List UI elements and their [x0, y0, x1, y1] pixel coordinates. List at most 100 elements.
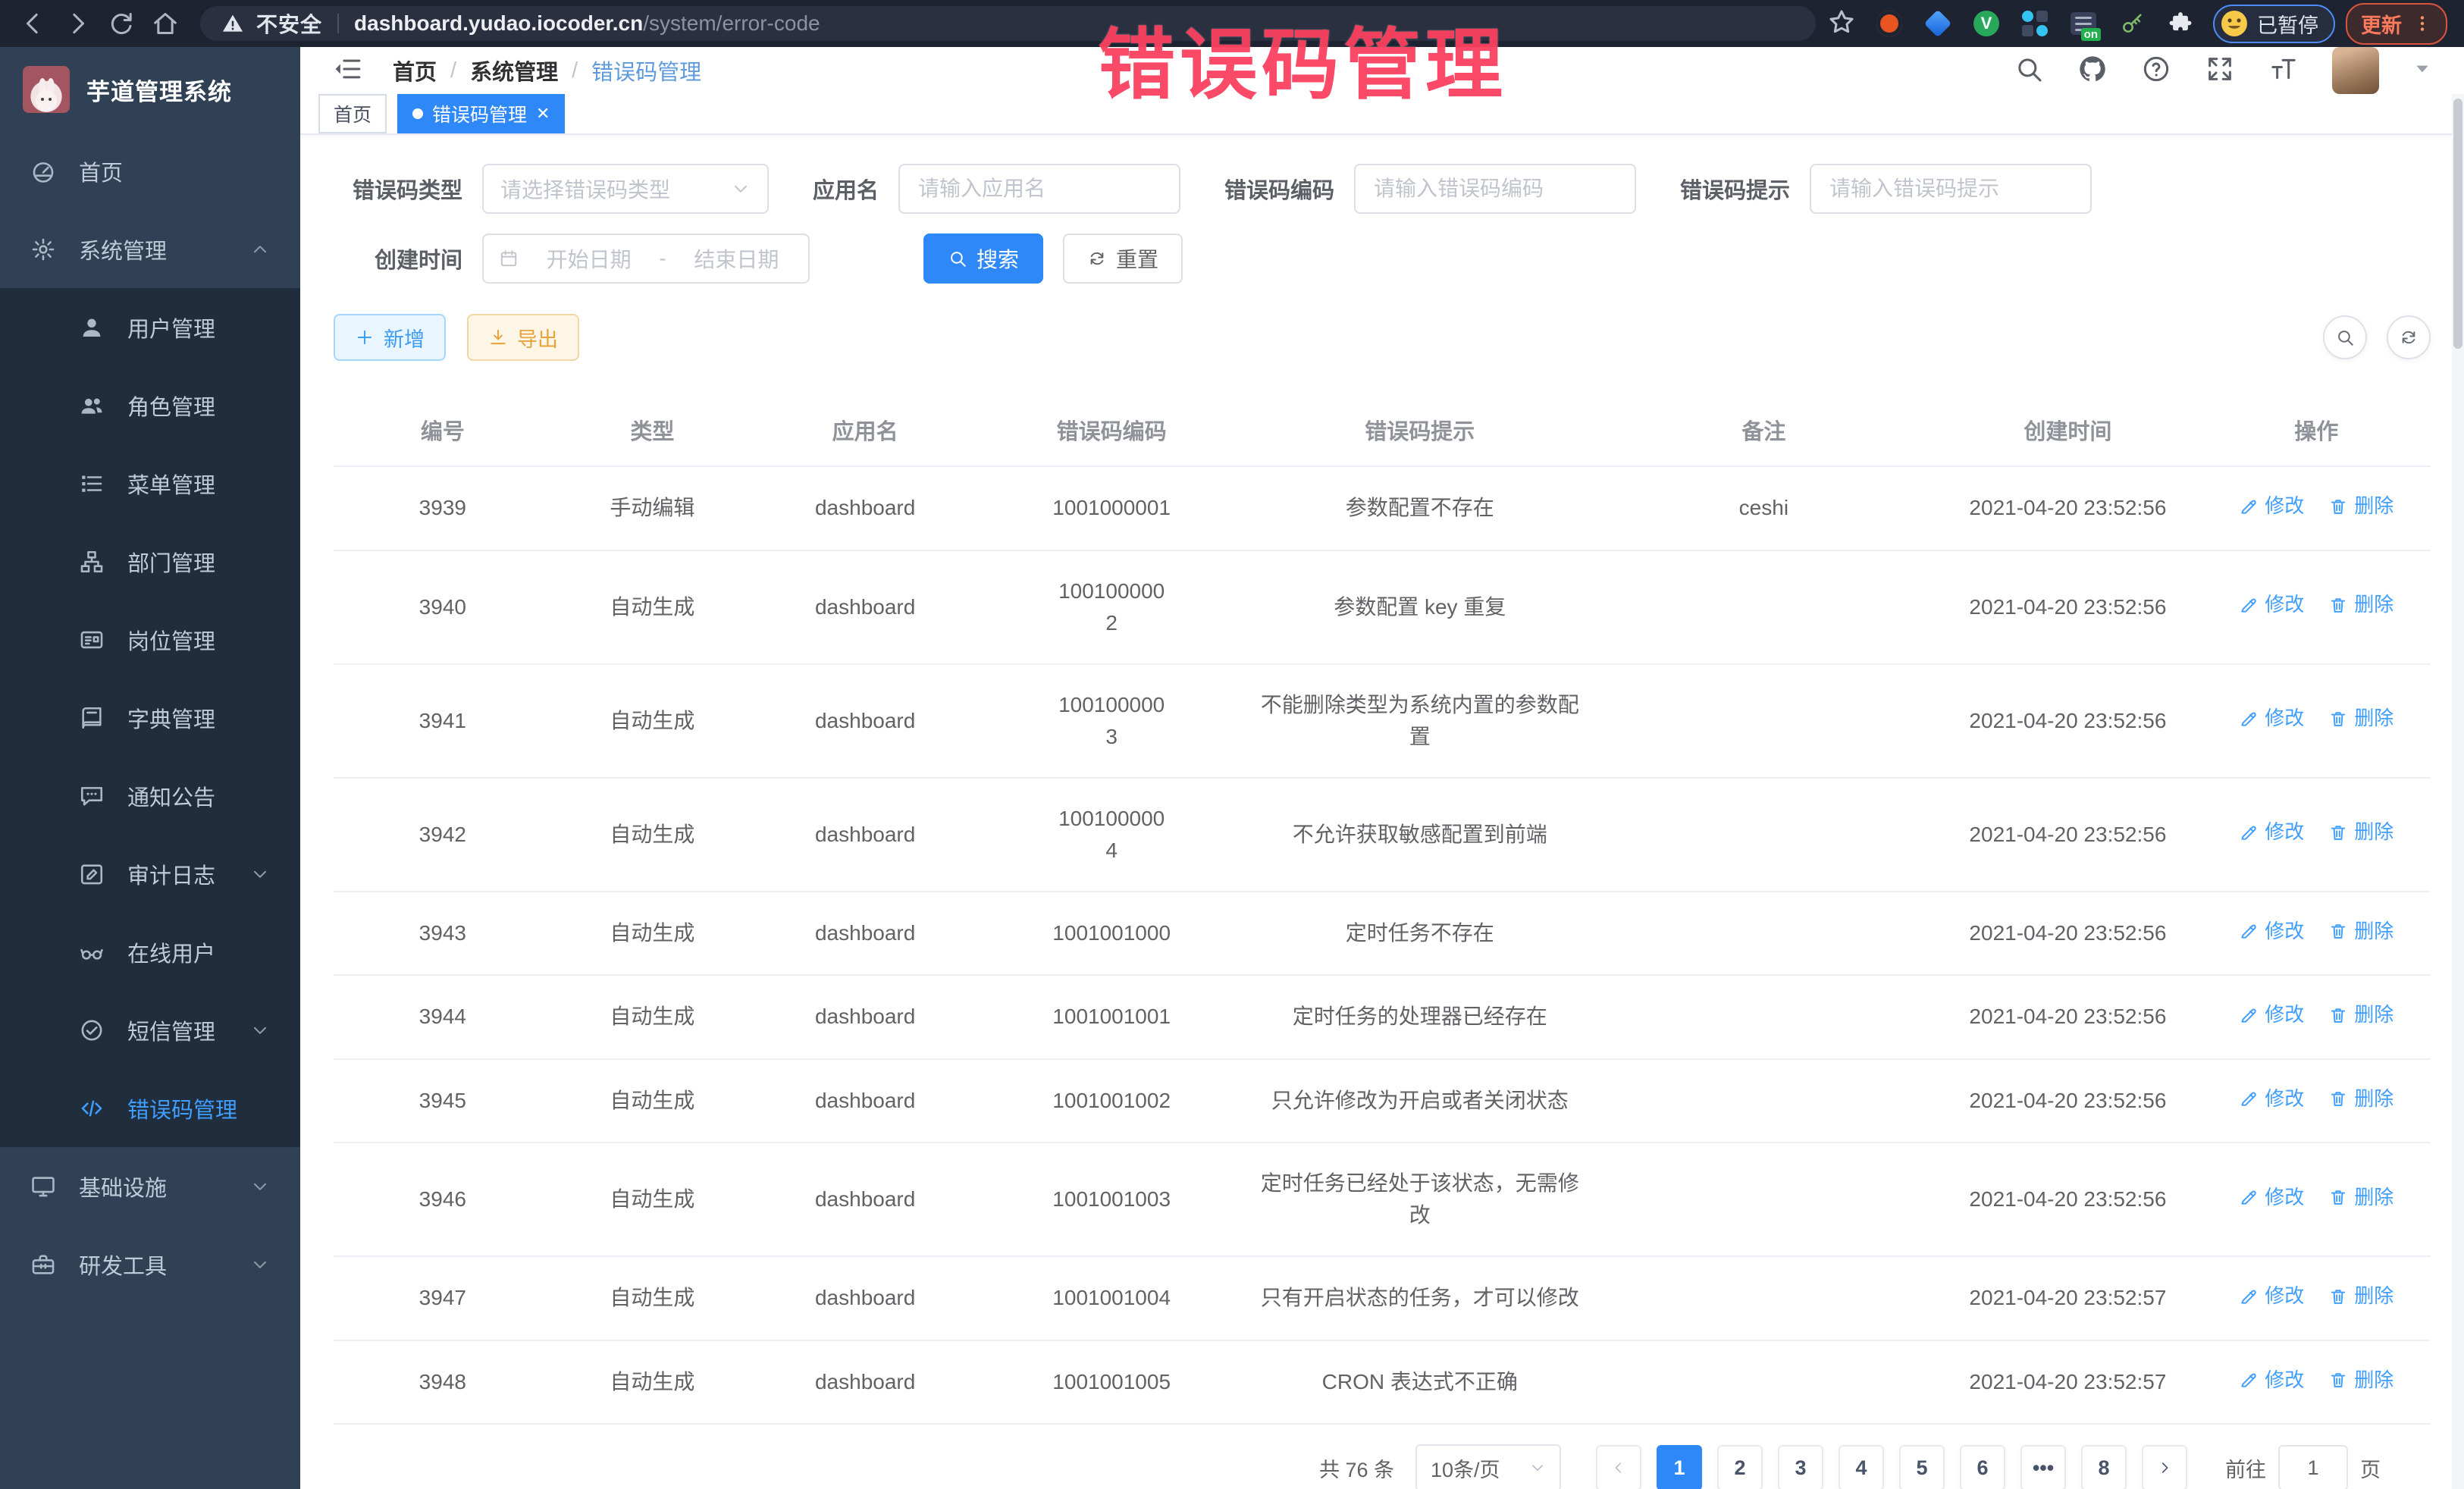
cell-remark [1594, 892, 1933, 976]
edit-link[interactable]: 修改 [2239, 1183, 2304, 1212]
extension-ubuntu-icon[interactable] [1875, 9, 1904, 38]
tab-错误码管理[interactable]: 错误码管理✕ [397, 94, 565, 133]
page-button-•••[interactable]: ••• [2020, 1445, 2066, 1489]
page-button-1[interactable]: 1 [1657, 1445, 1702, 1489]
arrow-right-icon [62, 8, 92, 39]
edit-icon [2239, 1187, 2259, 1207]
extension-key-icon[interactable] [2118, 9, 2146, 38]
add-button[interactable]: 新增 [334, 314, 446, 361]
app-input[interactable] [900, 165, 1179, 212]
edit-link[interactable]: 修改 [2239, 1000, 2304, 1030]
sidebar-item-announcement[interactable]: 通知公告 [0, 757, 300, 835]
back-icon[interactable] [17, 7, 50, 40]
extension-v-icon[interactable]: V [1972, 9, 2001, 38]
hamburger-icon[interactable] [332, 54, 362, 88]
extension-list-icon[interactable]: on [2069, 9, 2098, 38]
edit-link[interactable]: 修改 [2239, 1084, 2304, 1114]
scrollbar-thumb[interactable] [2453, 99, 2462, 349]
reset-button[interactable]: 重置 [1063, 234, 1183, 284]
extensions-puzzle-icon[interactable] [2166, 9, 2195, 38]
search-icon[interactable] [2014, 54, 2044, 88]
fullscreen-icon[interactable] [2205, 54, 2235, 88]
github-icon[interactable] [2077, 54, 2108, 88]
extension-gem-icon[interactable] [1923, 9, 1952, 38]
divider [337, 14, 339, 33]
delete-link[interactable]: 删除 [2328, 704, 2393, 733]
trash-icon [2328, 1287, 2348, 1306]
type-select[interactable]: 请选择错误码类型 [482, 164, 769, 214]
edit-link[interactable]: 修改 [2239, 704, 2304, 733]
address-bar[interactable]: 不安全 dashboard.yudao.iocoder.cn/system/er… [200, 6, 1816, 41]
update-button[interactable]: 更新 [2346, 3, 2447, 45]
kebab-menu-icon[interactable] [2412, 14, 2432, 33]
sidebar-item-monitor[interactable]: 基础设施 [0, 1147, 300, 1225]
profile-paused-pill[interactable]: 已暂停 [2213, 5, 2335, 43]
sidebar-item-log[interactable]: 审计日志 [0, 835, 300, 913]
tab-首页[interactable]: 首页 [318, 94, 387, 133]
delete-link[interactable]: 删除 [2328, 1365, 2393, 1395]
next-page-button[interactable] [2142, 1445, 2187, 1489]
edit-link[interactable]: 修改 [2239, 917, 2304, 946]
breadcrumb-item[interactable]: 首页 [393, 55, 437, 86]
edit-icon [2239, 1370, 2259, 1390]
close-icon[interactable]: ✕ [536, 105, 550, 122]
sidebar-item-badge[interactable]: 岗位管理 [0, 600, 300, 679]
sidebar-item-org-tree[interactable]: 部门管理 [0, 522, 300, 600]
page-button-6[interactable]: 6 [1960, 1445, 2005, 1489]
reload-icon[interactable] [105, 7, 138, 40]
sidebar-item-code[interactable]: 错误码管理 [0, 1069, 300, 1147]
page-button-8[interactable]: 8 [2081, 1445, 2127, 1489]
cell-id: 3941 [334, 664, 552, 778]
sidebar-item-toolbox[interactable]: 研发工具 [0, 1225, 300, 1303]
caret-down-icon[interactable] [2412, 59, 2432, 83]
sidebar-item-users[interactable]: 角色管理 [0, 366, 300, 444]
date-range-picker[interactable]: 开始日期 - 结束日期 [482, 234, 810, 284]
scrollbar[interactable] [2452, 94, 2464, 1489]
delete-link[interactable]: 删除 [2328, 1281, 2393, 1311]
code-input[interactable] [1356, 165, 1635, 212]
sidebar-item-online[interactable]: 在线用户 [0, 913, 300, 991]
delete-link[interactable]: 删除 [2328, 1084, 2393, 1114]
edit-link[interactable]: 修改 [2239, 491, 2304, 521]
msg-input[interactable] [1811, 165, 2090, 212]
delete-link[interactable]: 删除 [2328, 491, 2393, 521]
forward-icon[interactable] [61, 7, 94, 40]
delete-link[interactable]: 删除 [2328, 1000, 2393, 1030]
edit-link[interactable]: 修改 [2239, 1365, 2304, 1395]
table-row: 3943自动生成dashboard1001001000定时任务不存在2021-0… [334, 892, 2431, 976]
toggle-search-button[interactable] [2323, 315, 2367, 359]
sidebar-item-gear[interactable]: 系统管理 [0, 210, 300, 288]
edit-link[interactable]: 修改 [2239, 817, 2304, 847]
delete-link[interactable]: 删除 [2328, 917, 2393, 946]
delete-link[interactable]: 删除 [2328, 817, 2393, 847]
font-size-icon[interactable] [2268, 54, 2299, 88]
export-button[interactable]: 导出 [467, 314, 579, 361]
search-button[interactable]: 搜索 [923, 234, 1043, 284]
page-button-3[interactable]: 3 [1778, 1445, 1823, 1489]
edit-link[interactable]: 修改 [2239, 590, 2304, 619]
page-size-select[interactable]: 10条/页 [1415, 1444, 1561, 1489]
logo-row[interactable]: 芋道管理系统 [0, 47, 300, 132]
help-icon[interactable] [2141, 54, 2171, 88]
browser-chrome: 不安全 dashboard.yudao.iocoder.cn/system/er… [0, 0, 2464, 47]
extension-grid-icon[interactable] [2020, 9, 2049, 38]
sidebar-item-book[interactable]: 字典管理 [0, 679, 300, 757]
goto-page-input[interactable] [2278, 1445, 2348, 1489]
home-icon[interactable] [149, 7, 182, 40]
user-avatar[interactable] [2332, 47, 2379, 94]
sidebar-item-sms[interactable]: 短信管理 [0, 991, 300, 1069]
page-button-4[interactable]: 4 [1839, 1445, 1884, 1489]
delete-link[interactable]: 删除 [2328, 1183, 2393, 1212]
delete-link[interactable]: 删除 [2328, 590, 2393, 619]
sidebar-item-dashboard[interactable]: 首页 [0, 132, 300, 210]
page-button-2[interactable]: 2 [1717, 1445, 1763, 1489]
page-button-5[interactable]: 5 [1899, 1445, 1945, 1489]
edit-link[interactable]: 修改 [2239, 1281, 2304, 1311]
app-label: 应用名 [813, 173, 898, 205]
bookmark-star-icon[interactable] [1826, 7, 1857, 41]
prev-page-button[interactable] [1596, 1445, 1641, 1489]
refresh-table-button[interactable] [2387, 315, 2431, 359]
sidebar-item-user[interactable]: 用户管理 [0, 288, 300, 366]
breadcrumb-item[interactable]: 系统管理 [470, 55, 558, 86]
sidebar-item-menu-list[interactable]: 菜单管理 [0, 444, 300, 522]
